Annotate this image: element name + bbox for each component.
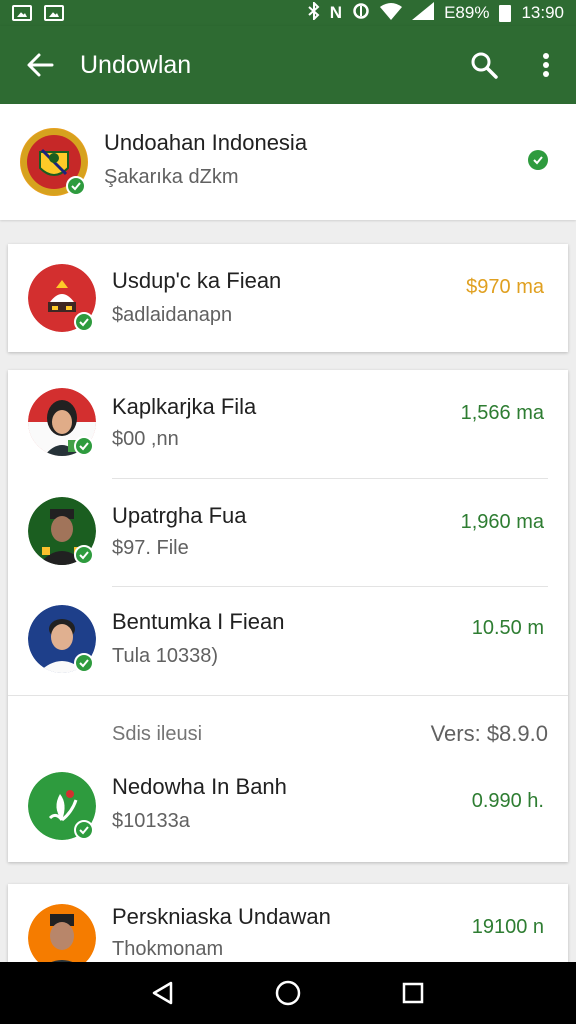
- list-item[interactable]: Undoahan Indonesia Şakarıka dZkm: [0, 108, 576, 217]
- item-subtitle: $00 ,nn: [112, 428, 179, 450]
- sync-icon: [352, 2, 370, 25]
- selected-check-icon: [528, 150, 548, 170]
- item-name: Bentumka I Fiean: [112, 609, 285, 634]
- check-icon: [79, 551, 89, 560]
- system-nav-bar: [0, 962, 576, 1024]
- item-amount: 1,960 ma: [460, 511, 544, 533]
- list-item[interactable]: Usdup'c ka Fiean $adlaidanapn $970 ma: [8, 244, 568, 353]
- back-triangle-icon: [152, 981, 172, 1005]
- check-icon: [79, 826, 89, 835]
- item-subtitle: $adlaidanapn: [112, 304, 233, 326]
- signal-icon: [412, 1, 435, 25]
- item-subtitle: Thokmonam: [112, 938, 224, 960]
- more-options-button[interactable]: [516, 26, 576, 104]
- verified-badge: [74, 545, 94, 565]
- version-label: Vers: $8.9.0: [430, 721, 548, 746]
- item-name: Nedowha In Banh: [112, 774, 287, 799]
- verified-badge: [74, 653, 94, 673]
- battery-icon: [499, 4, 512, 22]
- header-card[interactable]: Undoahan Indonesia Şakarıka dZkm: [0, 104, 576, 220]
- item-subtitle: Şakarıka dZkm: [104, 166, 239, 188]
- item-name: Kaplkarjka Fila: [112, 394, 257, 419]
- app-bar: Undowlan: [0, 26, 576, 104]
- section-label: Sdis ileusi: [112, 723, 203, 745]
- verified-badge: [66, 176, 86, 196]
- item-name: Undoahan Indonesia: [104, 130, 308, 155]
- check-icon: [79, 318, 89, 327]
- nav-back-button[interactable]: [143, 973, 183, 1013]
- nav-recents-button[interactable]: [393, 973, 433, 1013]
- item-subtitle: $10133a: [112, 810, 190, 832]
- list-item[interactable]: Bentumka I Fiean Tula 10338) 10.50 m: [8, 587, 568, 696]
- list-item[interactable]: Nedowha In Banh $10133a 0.990 h.: [8, 754, 568, 863]
- verified-badge: [74, 312, 94, 332]
- divider: [8, 695, 568, 696]
- app-title: Undowlan: [80, 50, 192, 79]
- back-arrow-icon: [27, 53, 54, 77]
- search-button[interactable]: [452, 26, 516, 104]
- verified-badge: [74, 820, 94, 840]
- item-amount: 1,566 ma: [460, 402, 544, 424]
- item-name: Upatrgha Fua: [112, 503, 247, 528]
- clock-time: 13:90: [521, 3, 564, 22]
- item-subtitle: Tula 10338): [112, 645, 218, 667]
- check-icon: [79, 659, 89, 668]
- verified-badge: [74, 436, 94, 456]
- bluetooth-icon: [308, 0, 320, 25]
- network-label: N: [329, 3, 343, 22]
- grouped-list-card: Kaplkarjka Fila $00 ,nn 1,566 ma Upatrgh…: [8, 370, 568, 862]
- list-item[interactable]: Kaplkarjka Fila $00 ,nn 1,566 ma: [8, 370, 568, 479]
- check-icon: [71, 182, 81, 191]
- item-card[interactable]: Usdup'c ka Fiean $adlaidanapn $970 ma: [8, 244, 568, 352]
- item-amount: $970 ma: [466, 276, 544, 298]
- item-name: Perskniaska Undawan: [112, 904, 331, 929]
- status-bar: N E89% 13:90: [0, 0, 576, 26]
- back-button[interactable]: [0, 26, 80, 104]
- item-name: Usdup'c ka Fiean: [112, 268, 282, 293]
- item-subtitle: $97. File: [112, 537, 189, 559]
- search-icon: [471, 52, 498, 79]
- image-notification-icon: [44, 5, 64, 21]
- check-icon: [79, 442, 89, 451]
- home-circle-icon: [275, 980, 301, 1006]
- wifi-icon: [380, 2, 403, 25]
- nav-home-button[interactable]: [268, 973, 308, 1013]
- list-item[interactable]: Upatrgha Fua $97. File 1,960 ma: [8, 479, 568, 588]
- recents-square-icon: [403, 982, 424, 1004]
- item-amount: 19100 n: [471, 916, 544, 938]
- gallery-notification-icon: [12, 5, 32, 21]
- battery-percent: E89%: [444, 3, 490, 22]
- item-amount: 10.50 m: [471, 617, 544, 639]
- item-amount: 0.990 h.: [471, 790, 544, 812]
- more-vert-icon: [543, 53, 549, 77]
